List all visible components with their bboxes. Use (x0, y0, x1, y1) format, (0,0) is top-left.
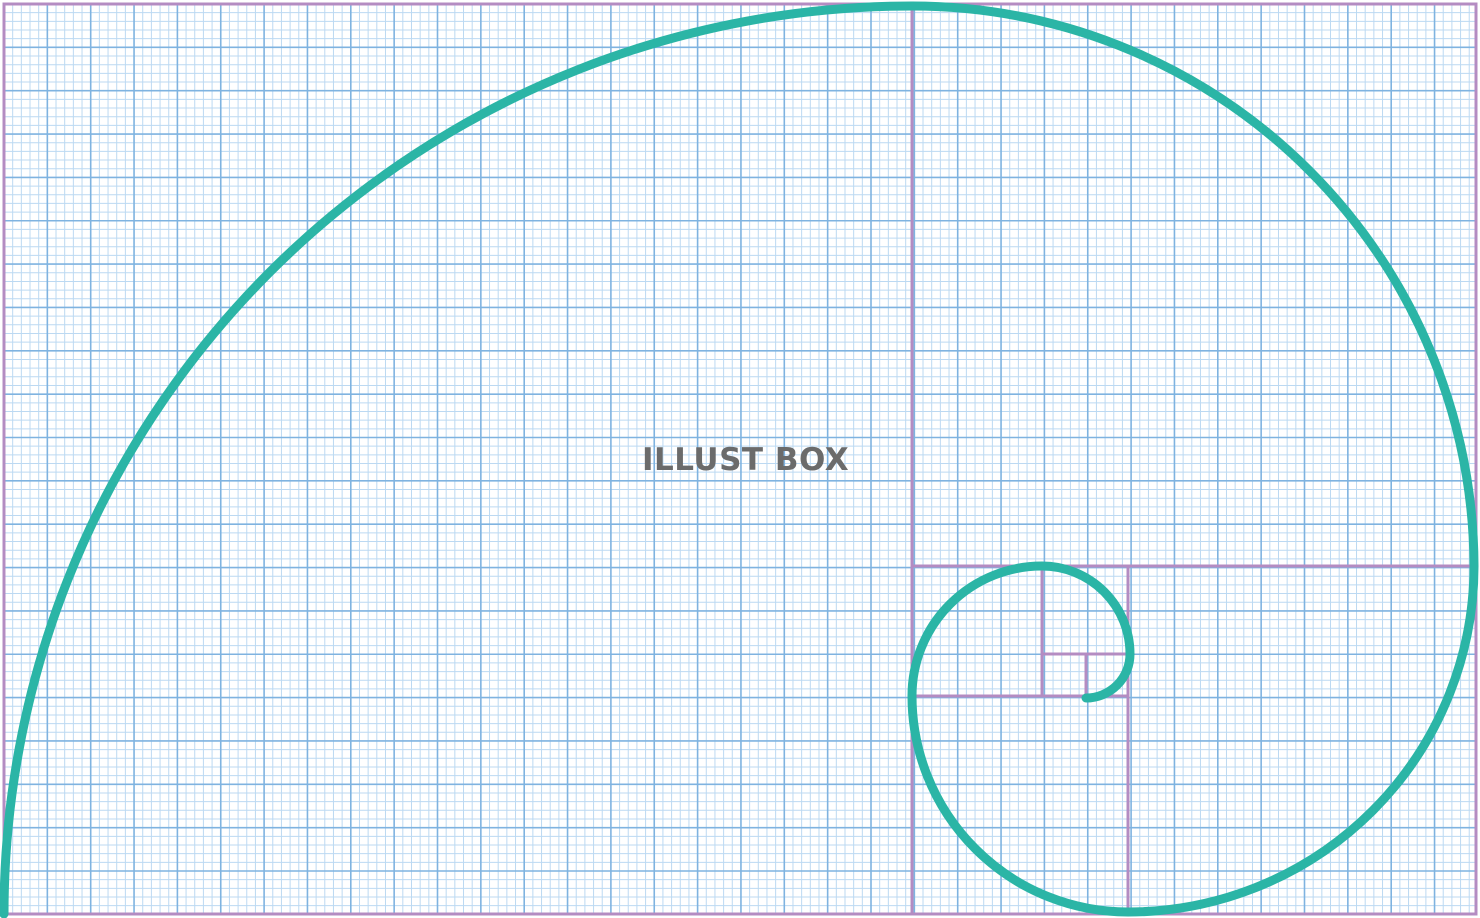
paper-background (0, 0, 1480, 918)
golden-ratio-diagram (0, 0, 1480, 918)
